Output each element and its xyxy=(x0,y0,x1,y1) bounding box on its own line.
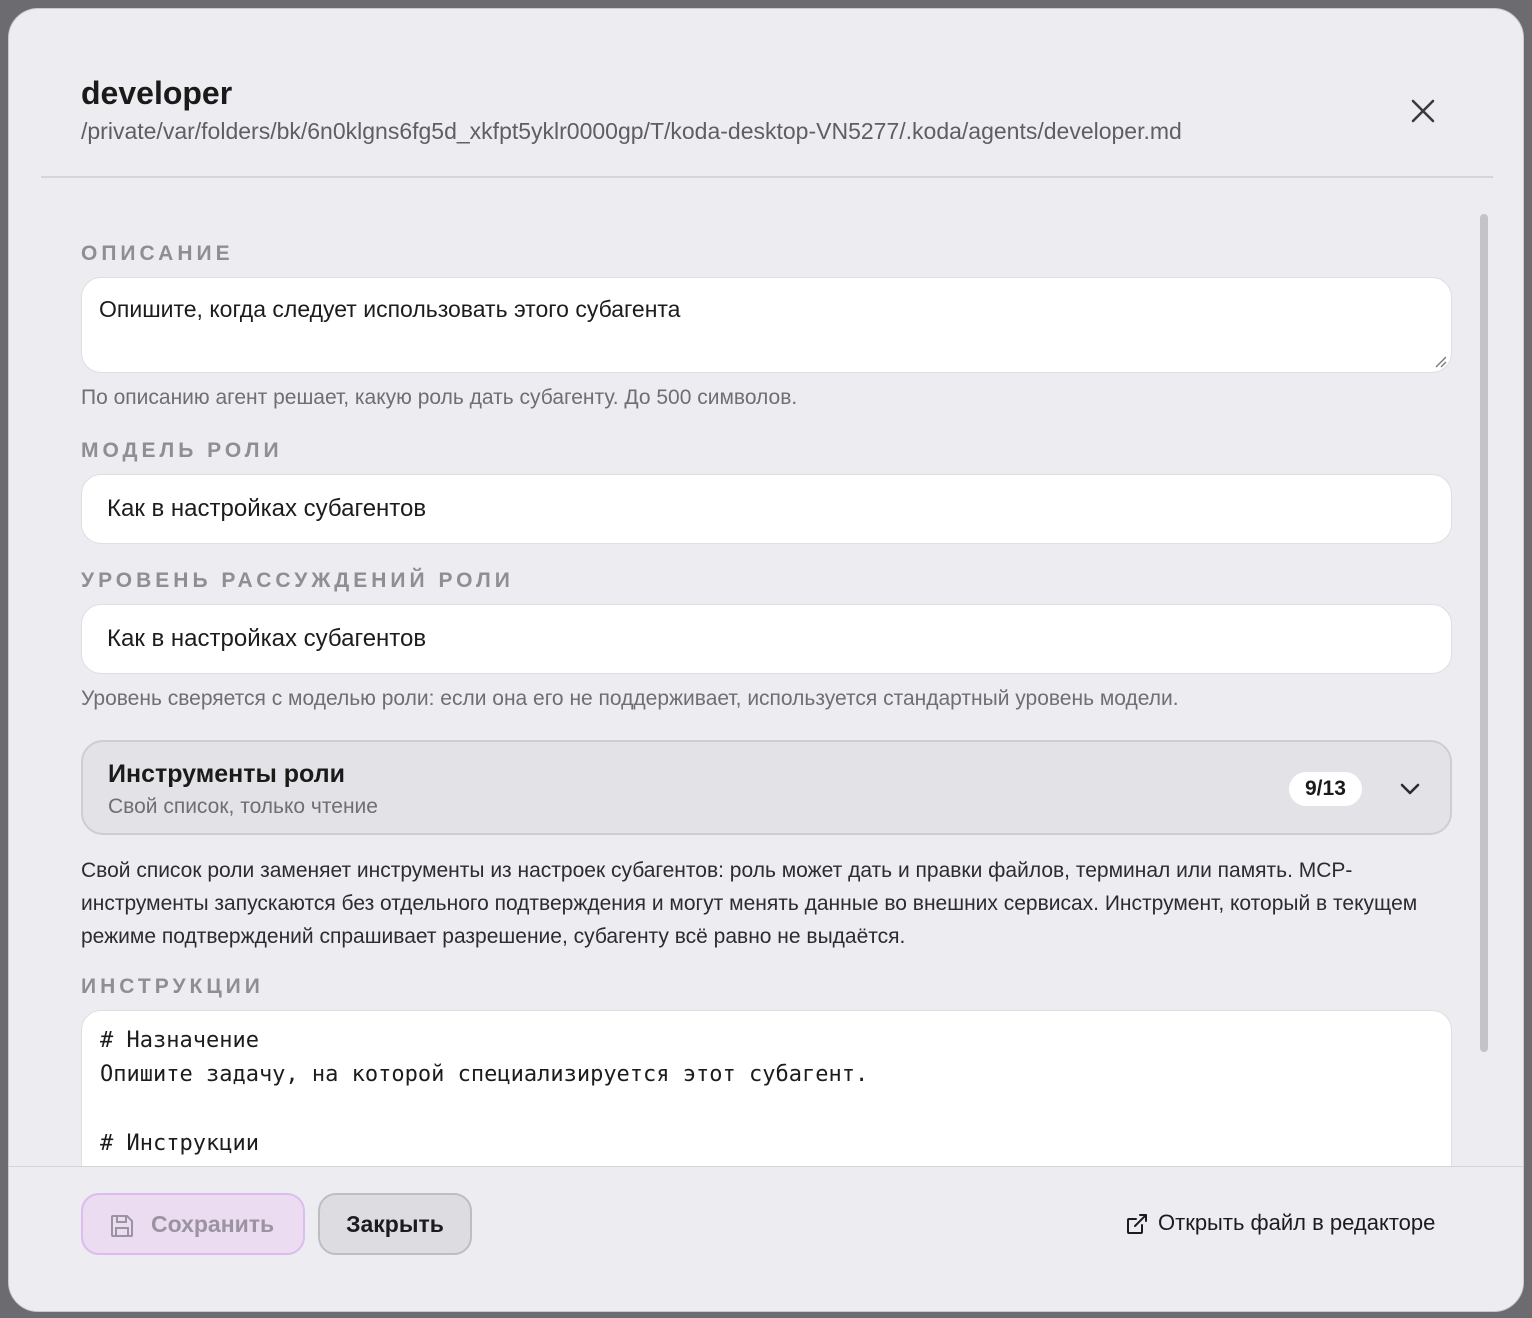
reasoning-value: Как в настройках субагентов xyxy=(107,625,427,652)
agent-dialog: developer /private/var/folders/bk/6n0klg… xyxy=(8,8,1524,1312)
tools-subtitle: Свой список, только чтение xyxy=(108,795,378,818)
header-divider xyxy=(41,176,1493,178)
reasoning-label: УРОВЕНЬ РАССУЖДЕНИЙ РОЛИ xyxy=(81,569,514,592)
save-button[interactable]: Сохранить xyxy=(81,1193,305,1255)
tools-panel[interactable]: Инструменты роли Свой список, только чте… xyxy=(81,740,1452,835)
close-label: Закрыть xyxy=(346,1211,444,1237)
instructions-line: # Назначение xyxy=(100,1028,259,1053)
open-editor-label: Открыть файл в редакторе xyxy=(1158,1210,1436,1235)
scrollbar[interactable] xyxy=(1480,214,1488,1052)
model-value: Как в настройках субагентов xyxy=(107,495,427,522)
dialog-title: developer xyxy=(81,75,233,111)
external-link-icon xyxy=(1127,1214,1147,1234)
save-label: Сохранить xyxy=(151,1211,275,1237)
reasoning-select[interactable]: Как в настройках субагентов xyxy=(81,604,1452,674)
close-button[interactable] xyxy=(1405,93,1441,129)
resize-handle-icon xyxy=(1435,356,1447,368)
dialog-footer: Сохранить Закрыть Открыть файл в редакто… xyxy=(9,1166,1523,1311)
instructions-line: # Инструкции xyxy=(100,1131,259,1156)
reasoning-hint: Уровень сверяется с моделью роли: если о… xyxy=(81,687,1179,710)
instructions-label: ИНСТРУКЦИИ xyxy=(81,975,264,998)
description-label: ОПИСАНИЕ xyxy=(81,242,234,265)
description-placeholder: Опишите, когда следует использовать этог… xyxy=(99,296,681,322)
tools-note: Свой список роли заменяет инструменты из… xyxy=(81,859,1418,948)
dialog-header: developer /private/var/folders/bk/6n0klg… xyxy=(9,9,1523,177)
tools-title: Инструменты роли xyxy=(108,760,345,788)
instructions-line: Опишите задачу, на которой специализируе… xyxy=(100,1062,869,1087)
chevron-down-icon xyxy=(1400,783,1420,795)
description-field[interactable]: Опишите, когда следует использовать этог… xyxy=(81,277,1452,373)
close-dialog-button[interactable]: Закрыть xyxy=(318,1193,472,1255)
description-hint: По описанию агент решает, какую роль дат… xyxy=(81,386,798,409)
model-select[interactable]: Как в настройках субагентов xyxy=(81,474,1452,544)
close-icon xyxy=(1411,99,1435,123)
model-label: МОДЕЛЬ РОЛИ xyxy=(81,439,283,462)
tools-count-badge: 9/13 xyxy=(1289,772,1362,806)
save-icon xyxy=(111,1215,133,1237)
file-path: /private/var/folders/bk/6n0klgns6fg5d_xk… xyxy=(81,118,1182,144)
